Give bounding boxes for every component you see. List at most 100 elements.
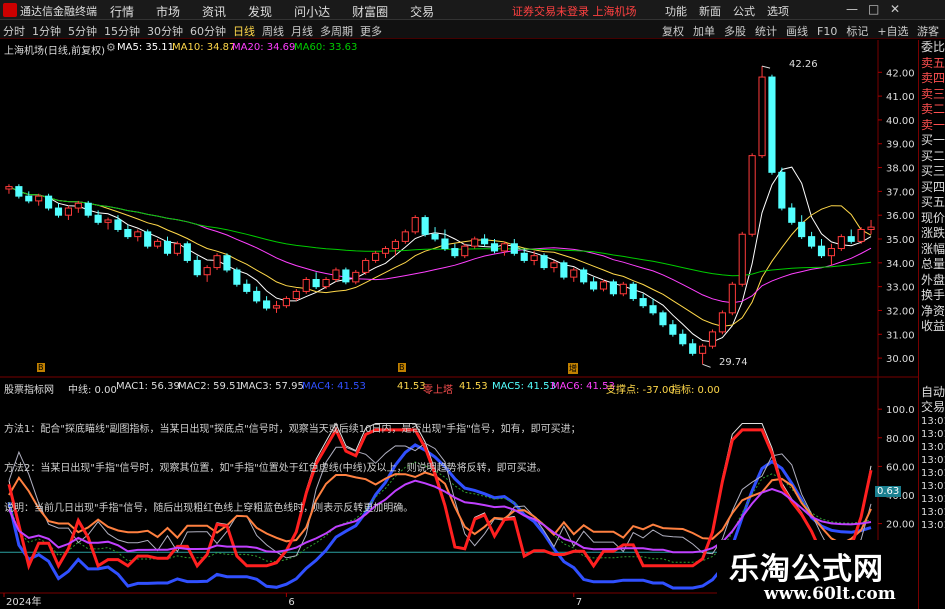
tool-statistics[interactable]: 统计	[755, 25, 777, 38]
candle-body	[699, 345, 707, 354]
menu-item-ask[interactable]: 问小达	[294, 5, 330, 19]
candle-body	[718, 312, 726, 333]
period-tab[interactable]: 分时	[3, 25, 25, 38]
tool-add-stock[interactable]: 加单	[693, 25, 715, 38]
candle-body	[134, 231, 142, 238]
candle-body	[570, 269, 578, 278]
side-label: 总量	[921, 257, 945, 271]
date-tick-label: 2024年	[6, 595, 41, 608]
price-tick-label: 42.00	[886, 68, 915, 79]
indicator-tick-label: 80.00	[886, 434, 915, 445]
candle-body	[758, 76, 766, 157]
tool-draw-line[interactable]: 画线	[786, 25, 808, 38]
menu-item-market[interactable]: 行情	[110, 5, 134, 19]
candle-body	[45, 195, 53, 209]
candle-body	[352, 271, 360, 283]
price-tick-label: 37.00	[886, 187, 915, 198]
candle-body	[253, 290, 261, 302]
menu-item-news[interactable]: 资讯	[202, 5, 226, 19]
side-time-label: 13:01	[921, 442, 945, 453]
price-tick-label: 31.00	[886, 330, 915, 341]
zero-tower-value: 41.53	[459, 381, 488, 392]
minimize-icon[interactable]: —	[846, 2, 858, 16]
candle-body	[411, 217, 419, 233]
side-time-label: 13:01	[921, 520, 945, 531]
menu-item-formula[interactable]: 公式	[733, 5, 755, 18]
candle-body	[490, 243, 499, 252]
side-time-label: 13:01	[921, 455, 945, 466]
candle-body	[203, 267, 211, 276]
menu-item-function[interactable]: 功能	[665, 5, 687, 18]
candle-body	[15, 186, 23, 197]
mac5-value: MAC5: 41.53	[492, 381, 556, 392]
tool-add-favorite[interactable]: +自选	[877, 25, 908, 38]
side-label: 卖三	[921, 86, 945, 101]
mac1-value: MAC1: 56.39	[116, 381, 180, 392]
watermark-title: 乐淘公式网	[729, 552, 884, 587]
date-tick-label: 7	[576, 597, 582, 608]
candle-body	[590, 281, 598, 290]
tool-mark[interactable]: 标记	[846, 25, 868, 38]
candle-body	[520, 252, 528, 261]
maximize-icon[interactable]: □	[868, 2, 879, 16]
indicator-tick-label: 100.0	[886, 405, 915, 416]
side-time-label: 13:01	[921, 416, 945, 427]
candle-body	[619, 283, 627, 295]
period-tab[interactable]: 15分钟	[104, 25, 140, 38]
candle-body	[659, 312, 667, 326]
side-label: 买一	[921, 133, 945, 147]
period-tab[interactable]: 1分钟	[32, 25, 61, 38]
period-tab[interactable]: 月线	[291, 25, 313, 38]
indicator-name[interactable]: 股票指标网	[4, 381, 54, 396]
candle-body	[817, 245, 826, 257]
tool-f10[interactable]: F10	[817, 25, 837, 38]
side-label: 卖二	[921, 102, 945, 116]
high-pointer	[761, 65, 771, 69]
menu-item-wealth[interactable]: 财富圈	[352, 5, 388, 19]
candle-body	[64, 207, 72, 216]
guest-label[interactable]: 游客	[917, 23, 939, 38]
stock-chart[interactable]: 42.00 41.00 40.00 39.00 38.00 37.00 36.00 35.00…	[0, 40, 918, 609]
candle-body	[798, 221, 806, 238]
candle-body	[778, 171, 786, 209]
period-tab[interactable]: 周线	[262, 25, 284, 38]
candle-body	[679, 333, 687, 345]
zero-tower-label: 零上塔	[423, 385, 453, 396]
close-icon[interactable]: ✕	[890, 2, 900, 16]
method-text-2: 方法2：当某日出现"手指"信号时，观察其位置，如"手指"位置处于红色虚线(中线)…	[4, 463, 547, 474]
menu-item-discover[interactable]: 发现	[248, 5, 272, 19]
candle-body	[114, 219, 122, 230]
menu-item-markets[interactable]: 市场	[156, 5, 180, 19]
tool-restore-right[interactable]: 复权	[662, 25, 684, 38]
candle-body	[510, 243, 518, 254]
candle-body	[738, 233, 746, 285]
candle-body	[193, 259, 201, 276]
login-notice[interactable]: 证券交易未登录 上海机场	[512, 3, 637, 19]
menu-item-newpage[interactable]: 新面	[699, 5, 721, 18]
side-label: 卖五	[921, 55, 945, 70]
candle-body	[381, 248, 390, 254]
candle-body	[263, 300, 271, 309]
candle-body	[599, 281, 608, 290]
right-menu: 功能 新面 公式 选项	[665, 3, 801, 19]
zero-value-badge: 0.63	[875, 486, 902, 497]
menu-item-trade[interactable]: 交易	[410, 5, 434, 19]
period-tab[interactable]: 日线	[233, 25, 255, 38]
menu-item-options[interactable]: 选项	[767, 5, 789, 18]
candle-body	[857, 228, 865, 242]
side-label: 涨跌	[921, 226, 945, 240]
period-tab[interactable]: 30分钟	[147, 25, 183, 38]
tool-multi-stock[interactable]: 多股	[724, 25, 746, 38]
candle-body	[104, 219, 112, 223]
period-tab[interactable]: 更多	[360, 25, 382, 38]
period-tab[interactable]: 60分钟	[190, 25, 226, 38]
indicator-tick-label: 60.00	[886, 462, 915, 473]
side-label: 外盘	[921, 272, 945, 287]
candle-body	[609, 281, 617, 295]
period-tab[interactable]: 多周期	[320, 25, 353, 38]
mid-line-value: 中线: 0.00	[68, 385, 117, 396]
candle-body	[837, 236, 845, 250]
period-tab[interactable]: 5分钟	[68, 25, 97, 38]
candle-body	[808, 236, 816, 247]
candle-body	[867, 226, 875, 230]
